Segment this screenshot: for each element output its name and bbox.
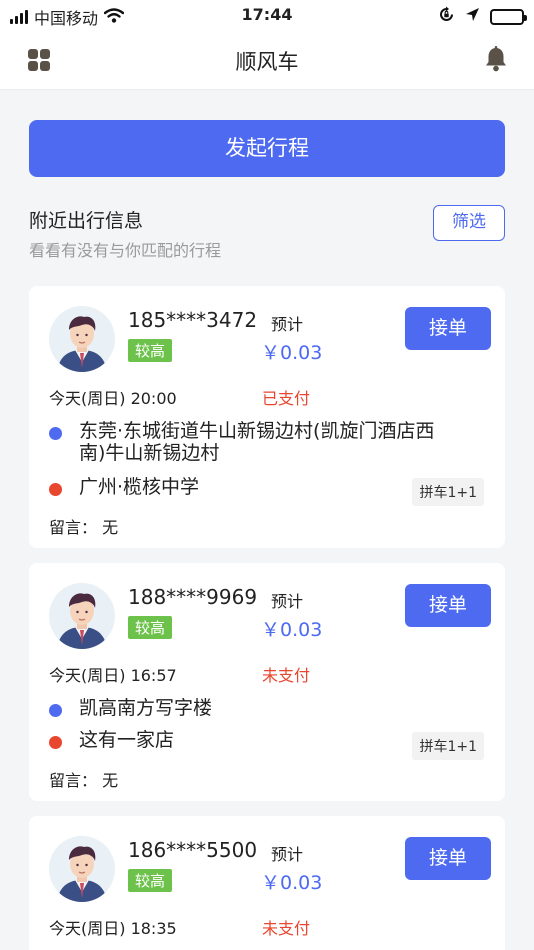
payment-status: 已支付 <box>262 389 311 408</box>
destination-row: 这有一家店 <box>49 729 449 751</box>
carpool-tag: 拼车1+1 <box>412 478 484 506</box>
bell-icon[interactable] <box>484 46 508 76</box>
section-title: 附近出行信息 <box>29 210 144 232</box>
trip-datetime: 今天(周日) 20:00 <box>49 389 177 408</box>
trip-message: 留言： 无 <box>49 771 119 790</box>
origin-dot-icon <box>49 427 62 440</box>
payment-status: 未支付 <box>262 919 311 938</box>
battery-icon <box>490 8 527 25</box>
trip-message: 留言： 无 <box>49 518 119 537</box>
origin-address: 东莞·东城街道牛山新锡边村(凯旋门酒店西南)牛山新锡边村 <box>79 420 435 464</box>
trip-card[interactable]: 188****9969 较高 预计 ￥0.03 接单 今天(周日) 16:57 … <box>29 563 505 801</box>
trip-card[interactable]: 186****5500 较高 预计 ￥0.03 接单 今天(周日) 18:35 … <box>29 816 505 950</box>
start-trip-button[interactable]: 发起行程 <box>29 120 505 177</box>
payment-status: 未支付 <box>262 666 311 685</box>
origin-row: 凯高南方写字楼 <box>49 697 449 719</box>
section-subtitle: 看看有没有与你匹配的行程 <box>29 241 222 260</box>
location-arrow-icon <box>465 7 480 26</box>
origin-address: 凯高南方写字楼 <box>79 697 213 719</box>
page-title: 顺风车 <box>235 50 299 74</box>
status-right <box>438 6 527 27</box>
passenger-phone: 186****5500 <box>128 838 258 862</box>
destination-dot-icon <box>49 483 62 496</box>
estimated-price: ￥0.03 <box>261 619 323 641</box>
estimate-label: 预计 <box>271 592 304 611</box>
filter-button[interactable]: 筛选 <box>433 205 505 241</box>
avatar-icon <box>49 306 115 372</box>
level-badge: 较高 <box>128 339 173 362</box>
nav-bar: 顺风车 <box>0 30 534 90</box>
passenger-phone: 185****3472 <box>128 308 258 332</box>
rotation-lock-icon <box>438 6 455 27</box>
trip-datetime: 今天(周日) 16:57 <box>49 666 177 685</box>
origin-dot-icon <box>49 704 62 717</box>
destination-row: 广州·榄核中学 <box>49 476 449 498</box>
accept-order-button[interactable]: 接单 <box>405 307 491 350</box>
accept-order-button[interactable]: 接单 <box>405 584 491 627</box>
carpool-tag: 拼车1+1 <box>412 732 484 760</box>
estimated-price: ￥0.03 <box>261 342 323 364</box>
trip-card[interactable]: 185****3472 较高 预计 ￥0.03 接单 今天(周日) 20:00 … <box>29 286 505 548</box>
accept-order-button[interactable]: 接单 <box>405 837 491 880</box>
estimate-label: 预计 <box>271 845 304 864</box>
destination-address: 广州·榄核中学 <box>79 476 200 498</box>
origin-row: 东莞·东城街道牛山新锡边村(凯旋门酒店西南)牛山新锡边村 <box>49 420 449 464</box>
avatar-icon <box>49 836 115 902</box>
passenger-phone: 188****9969 <box>128 585 258 609</box>
level-badge: 较高 <box>128 869 173 892</box>
status-bar: 中国移动 17:44 <box>0 0 534 30</box>
destination-dot-icon <box>49 736 62 749</box>
trip-datetime: 今天(周日) 18:35 <box>49 919 177 938</box>
estimate-label: 预计 <box>271 315 304 334</box>
destination-address: 这有一家店 <box>79 729 175 751</box>
level-badge: 较高 <box>128 616 173 639</box>
estimated-price: ￥0.03 <box>261 872 323 894</box>
avatar-icon <box>49 583 115 649</box>
